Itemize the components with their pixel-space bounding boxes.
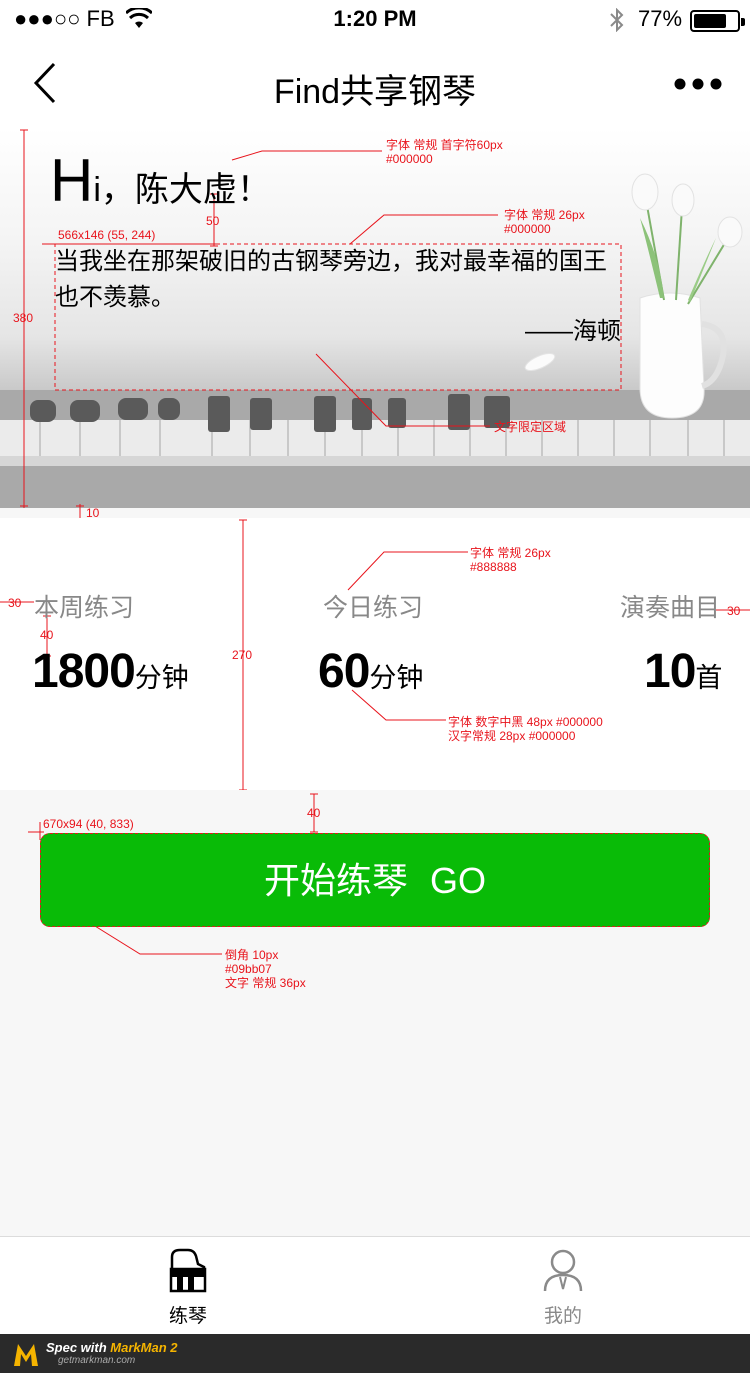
stat-week-unit: 分钟 (134, 663, 189, 693)
bluetooth-icon (610, 8, 624, 32)
tab-mine-label: 我的 (543, 1306, 582, 1327)
battery-icon (690, 10, 745, 32)
spec-button-box: 670x94 (40, 833) (43, 817, 134, 831)
quote-author: ——海顿 (525, 318, 621, 345)
stat-pieces-label: 演奏曲目 (620, 594, 721, 622)
spec-height-270: 270 (232, 648, 253, 662)
tab-mine[interactable]: 我的 (493, 1237, 633, 1335)
spec-gap-40-button: 40 (307, 806, 321, 820)
spec-gap-50: 50 (206, 214, 220, 228)
hero-banner: Hi，陈大虚！ 当我坐在那架破旧的古钢琴旁边，我对最幸福的国王也不羡慕。 ——海… (0, 128, 750, 508)
battery-level (694, 14, 726, 28)
greeting-name: i，陈大虚！ (93, 171, 271, 209)
markman-site: getmarkman.com (58, 1355, 136, 1366)
stat-today-value: 60分钟 (318, 644, 423, 699)
markman-brand: Spec with MarkMan 2 (46, 1340, 178, 1355)
spec-margin-right: 30 (727, 604, 741, 618)
status-bar: ●●●○○ FB 1:20 PM 77% (0, 0, 750, 40)
tab-practice-label: 练琴 (168, 1306, 207, 1327)
quote-text: 当我坐在那架破旧的古钢琴旁边，我对最幸福的国王也不羡慕。 (55, 248, 607, 311)
practice-stats: 本周练习 1800分钟 今日练习 60分钟 演奏曲目 10首 30 30 40 … (0, 518, 750, 790)
stat-week-value: 1800分钟 (32, 644, 189, 699)
stat-today-label: 今日练习 (323, 594, 424, 622)
spec-value-font: 字体 数字中黑 48px #000000 汉字常规 28px #000000 (448, 715, 603, 743)
start-button-label: 开始练琴 (263, 860, 408, 901)
battery-nub (741, 18, 745, 26)
more-icon[interactable] (672, 74, 724, 94)
spec-height-380: 380 (13, 311, 34, 325)
markman-watermark: Spec with MarkMan 2 getmarkman.com (0, 1334, 750, 1373)
spec-label-font: 字体 常规 26px #888888 (470, 546, 551, 574)
greeting-initial: H (50, 147, 94, 214)
quote: 当我坐在那架破旧的古钢琴旁边，我对最幸福的国王也不羡慕。 ——海顿 (55, 244, 621, 390)
markman-logo-icon (14, 1344, 38, 1366)
greeting: Hi，陈大虚！ (50, 146, 271, 215)
spec-quote-font: 字体 常规 26px #000000 (504, 208, 585, 236)
piano-icon (169, 1248, 207, 1293)
spec-text-area: 文字限定区域 (494, 420, 567, 434)
start-practice-button[interactable]: 开始练琴 GO (40, 833, 710, 927)
stat-today-number: 60 (318, 645, 370, 698)
tab-practice[interactable]: 练琴 (118, 1237, 258, 1335)
stat-pieces-number: 10 (644, 645, 696, 698)
spec-button-style: 倒角 10px #09bb07 文字 常规 36px (225, 948, 306, 990)
stat-today-unit: 分钟 (369, 663, 424, 693)
user-icon (543, 1249, 583, 1292)
page-title: Find共享钢琴 (273, 73, 477, 111)
spec-greeting-font: 字体 常规 首字符60px #000000 (386, 138, 503, 166)
spec-margin-left: 30 (8, 596, 22, 610)
stat-week-number: 1800 (32, 645, 136, 698)
stat-pieces-value: 10首 (644, 644, 722, 699)
stat-week-label: 本周练习 (34, 594, 135, 622)
tab-bar: 练琴 我的 (0, 1236, 750, 1334)
spec-quote-box: 566x146 (55, 244) (58, 228, 156, 242)
spec-gap-40: 40 (40, 628, 54, 642)
start-button-go: GO (430, 860, 487, 901)
nav-bar: Find共享钢琴 (0, 40, 750, 128)
stat-pieces-unit: 首 (695, 663, 723, 693)
battery-percent: 77% (638, 6, 683, 31)
